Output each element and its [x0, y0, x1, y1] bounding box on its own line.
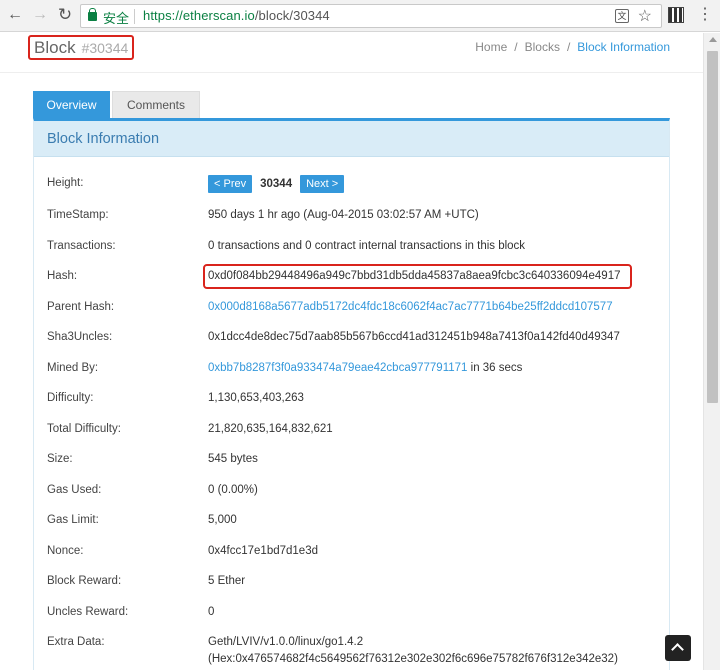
- lock-icon: [88, 8, 97, 21]
- extra-data-hex: (Hex:0x476574682f4c5649562f76312e302e302…: [208, 653, 618, 665]
- page-title: Block #30344: [28, 35, 135, 60]
- transactions-label: Transactions:: [47, 240, 116, 252]
- gas-limit-value: 5,000: [208, 514, 237, 526]
- mined-by-value: 0xbb7b8287f3f0a933474a79eae42cbca9777911…: [208, 362, 522, 374]
- breadcrumb-home[interactable]: Home: [475, 40, 507, 54]
- bookmark-star-icon[interactable]: ☆: [638, 6, 652, 26]
- tab-overview[interactable]: Overview: [33, 91, 110, 119]
- difficulty-label: Difficulty:: [47, 392, 94, 404]
- timestamp-label: TimeStamp:: [47, 209, 109, 221]
- mined-by-label: Mined By:: [47, 362, 99, 374]
- sha3uncles-value: 0x1dcc4de8dec75d7aab85b567b6ccd41ad31245…: [208, 331, 620, 343]
- tab-comments[interactable]: Comments: [112, 91, 200, 119]
- breadcrumb-blocks[interactable]: Blocks: [525, 40, 560, 54]
- uncles-reward-label: Uncles Reward:: [47, 606, 129, 618]
- height-label: Height:: [47, 177, 84, 189]
- back-arrow-icon[interactable]: ←: [5, 5, 25, 25]
- transactions-value: 0 transactions and 0 contract internal t…: [208, 240, 526, 252]
- gas-limit-label: Gas Limit:: [47, 514, 99, 526]
- reload-icon[interactable]: ↻: [55, 5, 75, 25]
- breadcrumb-separator: /: [566, 40, 571, 54]
- uncles-reward-value: 0: [208, 606, 215, 618]
- difficulty-value: 1,130,653,403,263: [208, 392, 304, 404]
- block-height-value: 30344: [260, 178, 293, 190]
- nonce-value: 0x4fcc17e1bd7d1e3d: [208, 545, 318, 557]
- size-value: 545 bytes: [208, 453, 258, 465]
- hash-value: 0xd0f084bb29448496a949c7bbd31db5dda45837…: [208, 270, 621, 282]
- scroll-up-arrow-icon[interactable]: [709, 37, 717, 42]
- browser-menu-icon[interactable]: ⋮: [697, 5, 713, 25]
- block-reward-value: 5 Ether: [208, 575, 246, 587]
- nonce-label: Nonce:: [47, 545, 84, 557]
- miner-address-link[interactable]: 0xbb7b8287f3f0a933474a79eae42cbca9777911…: [208, 362, 467, 374]
- secure-label: 安全: [103, 11, 130, 26]
- block-reward-label: Block Reward:: [47, 575, 122, 587]
- size-label: Size:: [47, 453, 73, 465]
- hash-label: Hash:: [47, 270, 78, 282]
- page-header: Block #30344 Home / Blocks / Block Informatio…: [0, 33, 703, 73]
- gas-used-label: Gas Used:: [47, 484, 102, 496]
- total-difficulty-label: Total Difficulty:: [47, 423, 121, 435]
- breadcrumb: Home / Blocks / Block Information: [475, 40, 670, 54]
- next-block-button[interactable]: Next >: [300, 175, 345, 193]
- breadcrumb-separator: /: [514, 40, 518, 54]
- address-bar[interactable]: 安全 https://etherscan.io/block/30344 文 ☆: [80, 4, 662, 28]
- back-to-top-button[interactable]: [665, 635, 691, 661]
- block-number: #30344: [81, 40, 129, 56]
- gas-used-value: 0 (0.00%): [208, 484, 258, 496]
- block-info-panel: Block Information: [33, 118, 670, 670]
- breadcrumb-current: Block Information: [577, 40, 670, 54]
- panel-title: Block Information: [34, 121, 669, 157]
- page-title-text: Block: [34, 38, 76, 57]
- translate-icon[interactable]: 文: [615, 9, 629, 23]
- url-text[interactable]: https://etherscan.io/block/30344: [143, 8, 330, 23]
- prev-block-button[interactable]: < Prev: [208, 175, 253, 193]
- timestamp-value: 950 days 1 hr ago (Aug-04-2015 03:02:57 …: [208, 209, 479, 221]
- url-domain: https://etherscan.io: [143, 8, 255, 23]
- scroll-thumb[interactable]: [707, 51, 718, 403]
- sha3uncles-label: Sha3Uncles:: [47, 331, 113, 343]
- total-difficulty-value: 21,820,635,164,832,621: [208, 423, 333, 435]
- qr-code-extension-icon[interactable]: [668, 7, 684, 23]
- height-pager: < Prev 30344 Next >: [208, 175, 345, 193]
- url-path: /block/30344: [254, 8, 330, 23]
- parent-hash-link[interactable]: 0x000d8168a5677adb5172dc4fdc18c6062f4ac7…: [208, 301, 613, 313]
- page-scrollbar[interactable]: [703, 33, 720, 670]
- extra-data-label: Extra Data:: [47, 636, 105, 648]
- address-divider: [134, 9, 135, 24]
- mined-time-text: in 36 secs: [467, 362, 523, 374]
- forward-arrow-icon[interactable]: →: [30, 5, 50, 25]
- parent-hash-label: Parent Hash:: [47, 301, 115, 313]
- extra-data-value: Geth/LVIV/v1.0.0/linux/go1.4.2: [208, 636, 364, 648]
- browser-toolbar: ← → ↻ 安全 https://etherscan.io/block/3034…: [0, 0, 720, 32]
